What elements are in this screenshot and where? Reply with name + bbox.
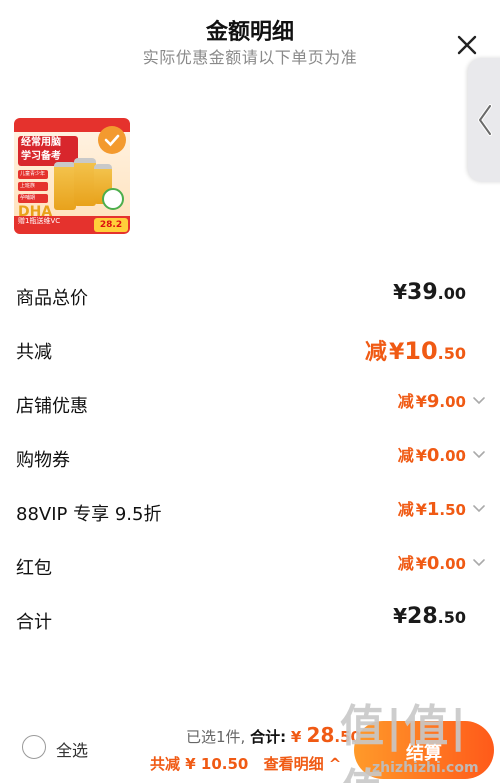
side-collapse-tab[interactable] [468, 58, 500, 182]
row-shopping-coupon[interactable]: 购物券 减 ¥0.00 [16, 442, 486, 474]
thumb-promo-text: 赠1瓶送维VC [18, 217, 61, 225]
row-total-reduction: 共减 减¥10.50 [16, 334, 486, 366]
bottle-image [54, 162, 76, 210]
page-subtitle: 实际优惠金额请以下单页为准 [142, 48, 358, 67]
thumb-tag: 上班族 [18, 182, 48, 191]
product-thumbnail[interactable]: 经常用脑 学习备考 儿童青少年 上班族 孕哺期 DHA 赠1瓶送维VC 28.2 [14, 118, 130, 234]
row-value: 减 ¥1.50 [397, 499, 466, 520]
reduced-amount: 共减 ¥ 10.50 [150, 755, 249, 773]
total-label: 合计: [250, 728, 287, 746]
chevron-down-icon[interactable] [472, 558, 486, 568]
row-label: 88VIP 专享 9.5折 [16, 504, 162, 525]
view-detail-link[interactable]: 查看明细 ^ [264, 755, 342, 773]
detail-header: 金额明细 实际优惠金额请以下单页为准 [0, 0, 500, 80]
thumb-tags: 儿童青少年 上班族 孕哺期 [18, 170, 48, 206]
chevron-down-icon[interactable] [472, 396, 486, 406]
row-red-packet[interactable]: 红包 减 ¥0.00 [16, 550, 486, 582]
chevron-left-icon [478, 104, 492, 136]
row-store-discount[interactable]: 店铺优惠 减 ¥9.00 [16, 388, 486, 420]
quality-seal-icon [102, 188, 124, 210]
row-grand-total: 合计 ¥28.50 [16, 604, 486, 636]
row-label: 购物券 [16, 450, 70, 471]
row-value: ¥28.50 [393, 604, 466, 629]
row-label: 共减 [16, 342, 52, 363]
chevron-down-icon[interactable] [472, 504, 486, 514]
thumb-tag: 儿童青少年 [18, 170, 48, 179]
row-label: 店铺优惠 [16, 396, 88, 417]
row-label: 红包 [16, 558, 52, 579]
chevron-down-icon[interactable] [472, 450, 486, 460]
thumb-tag: 孕哺期 [18, 194, 48, 203]
row-value: 减¥10.50 [364, 337, 466, 365]
row-label: 商品总价 [16, 288, 88, 309]
select-all-label[interactable]: 全选 [56, 737, 88, 761]
row-value: 减 ¥0.00 [397, 553, 466, 574]
watermark-url: zhizhizhi.com [372, 760, 479, 776]
bottle-image [74, 158, 96, 206]
close-button[interactable] [452, 30, 482, 60]
thumb-promo-bar: 赠1瓶送维VC 28.2 [14, 216, 130, 234]
row-88vip-discount[interactable]: 88VIP 专享 9.5折 减 ¥1.50 [16, 496, 486, 528]
selection-summary: 已选1件, 合计: ¥ 28.50 [186, 723, 361, 747]
page-title: 金额明细 [205, 20, 294, 45]
close-icon [457, 35, 477, 55]
reduction-summary: 共减 ¥ 10.50 查看明细 ^ [150, 753, 341, 774]
thumb-price: 28.2 [94, 218, 128, 232]
row-value: 减 ¥0.00 [397, 445, 466, 466]
row-value: ¥39.00 [393, 280, 466, 305]
row-label: 合计 [16, 612, 52, 633]
check-badge-icon [98, 126, 126, 154]
selected-count: 已选1件, [186, 728, 246, 746]
thumb-line-1: 经常用脑 [21, 137, 61, 148]
row-value: 减 ¥9.00 [397, 391, 466, 412]
select-all-radio[interactable] [22, 735, 46, 759]
row-goods-total: 商品总价 ¥39.00 [16, 280, 486, 312]
